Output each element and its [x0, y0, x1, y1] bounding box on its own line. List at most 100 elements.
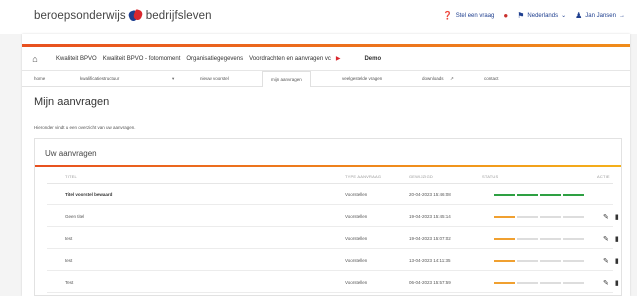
status-step: [517, 194, 538, 196]
row-actions: ✎ ▮: [603, 235, 619, 243]
column-header-title[interactable]: TITEL: [65, 174, 77, 179]
logo-mark-icon: [127, 8, 144, 23]
cell-modified: 20-04-2023 15:46:08: [409, 192, 451, 197]
chevron-right-icon: →: [619, 12, 625, 19]
nav-item-kwaliteit-bpvo[interactable]: Kwaliteit BPVO: [56, 56, 97, 62]
status-progress: [494, 260, 584, 262]
chevron-down-icon[interactable]: ▾: [172, 76, 174, 82]
language-selector[interactable]: ⚑ Nederlands ⌄: [517, 11, 566, 20]
chevron-down-icon: ⌄: [561, 13, 567, 19]
table-row[interactable]: Geen titel Voorstellen 19-04-2023 15:45:14…: [47, 207, 619, 227]
tab-kwalificatiestructuur[interactable]: kwalificatiestructuur: [80, 76, 119, 81]
secondary-nav: home kwalificatiestructuur ▾ nieuw voors…: [22, 71, 630, 87]
status-step: [540, 216, 561, 218]
table-row[interactable]: test Voorstellen 19-04-2023 15:07:02 ✎ ▮: [47, 229, 619, 249]
edit-icon[interactable]: ✎: [603, 279, 609, 287]
delete-icon[interactable]: ▮: [615, 213, 619, 221]
logo-text-right: bedrijfsleven: [145, 10, 212, 22]
context-label: Demo: [364, 55, 382, 62]
delete-icon[interactable]: ▮: [615, 279, 619, 287]
table-row[interactable]: Test Voorstellen 06-04-2023 15:57:59 ✎ ▮: [47, 273, 619, 293]
status-progress: [494, 282, 584, 284]
status-step: [517, 238, 538, 240]
cell-modified: 19-04-2023 15:45:14: [409, 214, 451, 219]
cell-modified: 13-04-2023 14:11:35: [409, 258, 451, 263]
header-divider: [47, 183, 613, 184]
status-step: [540, 238, 561, 240]
delete-icon[interactable]: ▮: [615, 257, 619, 265]
status-step: [563, 216, 584, 218]
column-header-type[interactable]: TYPE AANVRAAG: [345, 174, 381, 179]
logo-text-left: beroepsonderwijs: [34, 10, 126, 22]
status-step: [563, 238, 584, 240]
help-link[interactable]: ❓ Stel een vraag: [443, 11, 495, 20]
table-row[interactable]: Titel voorstel bewaard Voorstellen 20-04-2…: [47, 185, 613, 205]
delete-icon[interactable]: ▮: [615, 235, 619, 243]
cell-type: Voorstellen: [345, 258, 368, 263]
status-progress: [494, 216, 584, 218]
nav-scroll-right-icon[interactable]: ▶: [336, 55, 341, 62]
status-step: [494, 194, 515, 196]
column-header-action: ACTIE: [597, 174, 610, 179]
tab-downloads[interactable]: downloads: [422, 76, 444, 81]
column-header-modified[interactable]: GEWIJZIGD: [409, 174, 433, 179]
status-step: [563, 194, 584, 196]
cell-title: Titel voorstel bewaard: [65, 192, 113, 197]
status-step: [517, 216, 538, 218]
status-step: [517, 260, 538, 262]
status-step: [494, 282, 515, 284]
logo[interactable]: beroepsonderwijs bedrijfsleven: [34, 8, 212, 23]
cell-title: test: [65, 236, 73, 241]
status-step: [494, 216, 515, 218]
edit-icon[interactable]: ✎: [603, 235, 609, 243]
nav-item-fotomoment[interactable]: Kwaliteit BPVO - fotomoment: [103, 56, 181, 62]
primary-nav: ⌂ Kwaliteit BPVO Kwaliteit BPVO - fotomo…: [22, 47, 630, 71]
panel-title: Uw aanvragen: [45, 149, 97, 158]
cell-title: test: [65, 258, 73, 263]
row-actions: ✎ ▮: [603, 279, 619, 287]
cell-type: Voorstellen: [345, 236, 368, 241]
nav-item-organisatiegegevens[interactable]: Organisatiegegevens: [186, 56, 243, 62]
cell-type: Voorstellen: [345, 192, 368, 197]
status-step: [494, 260, 515, 262]
status-progress: [494, 238, 584, 240]
tab-nieuw-voorstel[interactable]: nieuw voorstel: [200, 76, 229, 81]
status-step: [494, 238, 515, 240]
chat-icon[interactable]: ●: [503, 11, 508, 20]
main-shell: ⌂ Kwaliteit BPVO Kwaliteit BPVO - fotomo…: [22, 34, 630, 296]
row-actions: ✎ ▮: [603, 213, 619, 221]
home-icon[interactable]: ⌂: [28, 54, 42, 64]
cell-modified: 06-04-2023 15:57:59: [409, 280, 451, 285]
cell-type: Voorstellen: [345, 214, 368, 219]
user-icon: ♟: [575, 11, 583, 20]
page-subtitle: Hieronder vindt u een overzicht van uw a…: [34, 125, 136, 130]
tab-contact[interactable]: contact: [484, 76, 499, 81]
tab-mijn-aanvragen[interactable]: mijn aanvragen: [262, 71, 311, 87]
external-link-icon: ↗: [450, 76, 454, 81]
edit-icon[interactable]: ✎: [603, 213, 609, 221]
flag-icon: ⚑: [517, 11, 525, 20]
status-step: [540, 282, 561, 284]
status-progress: [494, 194, 584, 196]
page-title: Mijn aanvragen: [34, 96, 110, 108]
tab-veelgestelde-vragen[interactable]: veelgestelde vragen: [342, 76, 382, 81]
top-header: beroepsonderwijs bedrijfsleven ❓ Stel ee…: [0, 0, 637, 34]
cell-title: Geen titel: [65, 214, 85, 219]
header-actions: ❓ Stel een vraag ● ⚑ Nederlands ⌄ ♟ Jan …: [443, 11, 625, 20]
column-header-status[interactable]: STATUS: [482, 174, 498, 179]
nav-item-voordrachten[interactable]: Voordrachten en aanvragen vc: [249, 56, 331, 62]
status-step: [563, 282, 584, 284]
user-menu[interactable]: ♟ Jan Jansen →: [575, 11, 625, 20]
status-step: [563, 260, 584, 262]
status-step: [540, 194, 561, 196]
edit-icon[interactable]: ✎: [603, 257, 609, 265]
row-actions: ✎ ▮: [603, 257, 619, 265]
cell-type: Voorstellen: [345, 280, 368, 285]
cell-modified: 19-04-2023 15:07:02: [409, 236, 451, 241]
panel-accent-bar: [35, 165, 621, 167]
status-step: [540, 260, 561, 262]
requests-panel: Uw aanvragen TITEL TYPE AANVRAAG GEWIJZI…: [34, 138, 622, 296]
question-icon: ❓: [442, 11, 453, 20]
table-row[interactable]: test Voorstellen 13-04-2023 14:11:35 ✎ ▮: [47, 251, 619, 271]
tab-home[interactable]: home: [34, 76, 45, 81]
